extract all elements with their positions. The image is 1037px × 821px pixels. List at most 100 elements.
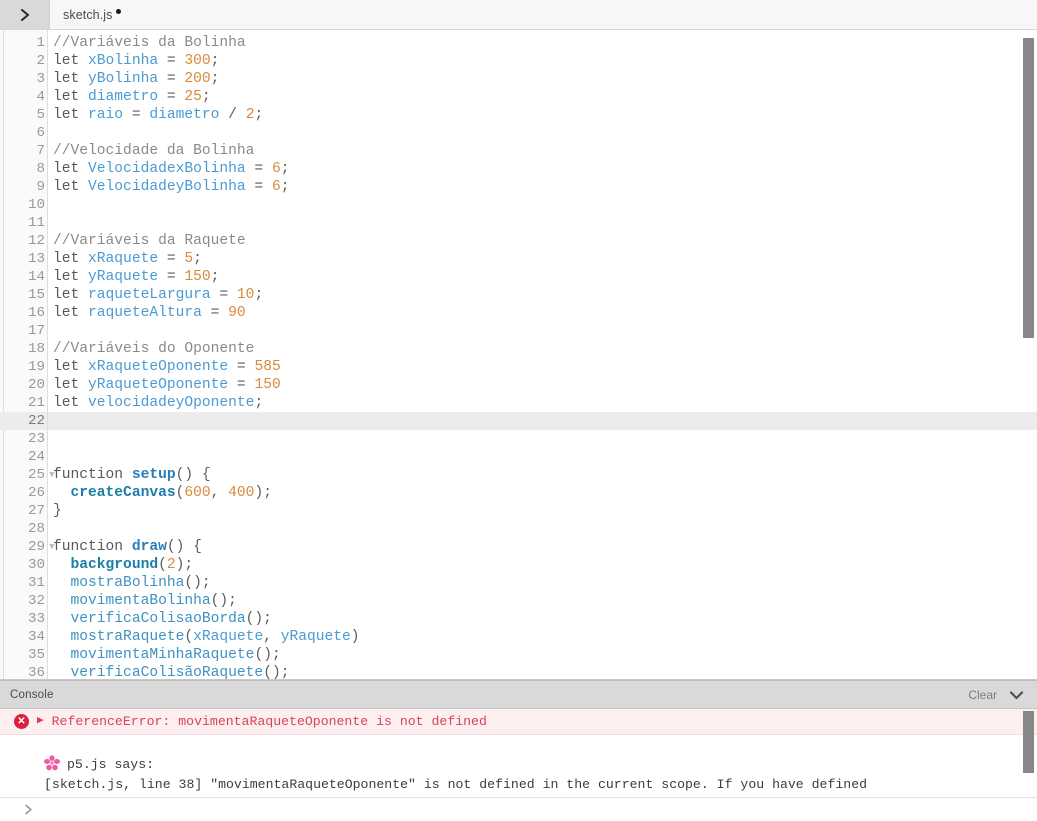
code-token: yRaquete xyxy=(88,269,159,285)
code-token: 2 xyxy=(166,557,176,573)
code-token: = xyxy=(201,305,229,321)
code-line: let yRaquete = 150; xyxy=(53,268,1037,286)
code-token: 400 xyxy=(228,485,255,501)
code-token: verificaColisaoBorda xyxy=(70,611,246,627)
code-token: mostraBolinha xyxy=(70,575,185,591)
code-token: 10 xyxy=(236,287,255,303)
editor-scrollbar-thumb[interactable] xyxy=(1023,38,1034,338)
code-line: let yBolinha = 200; xyxy=(53,70,1037,88)
error-circle-icon: ✕ xyxy=(14,714,29,729)
code-token: = xyxy=(245,161,272,177)
code-line: //Velocidade da Bolinha xyxy=(53,142,1037,160)
code-token: raio xyxy=(88,107,124,123)
line-number: 29 ▼ xyxy=(0,538,55,556)
code-area[interactable]: //Variáveis da Bolinha let xBolinha = 300… xyxy=(48,30,1037,679)
code-token: //Variáveis da Raquete xyxy=(53,233,246,249)
code-token: let xyxy=(53,53,89,69)
code-token: diametro xyxy=(149,107,220,123)
line-number: 31 xyxy=(27,575,45,591)
line-number: 3 xyxy=(36,71,45,87)
code-line: movimentaMinhaRaquete(); xyxy=(53,646,1037,664)
code-token: let xyxy=(53,287,89,303)
line-number: 13 xyxy=(27,251,45,267)
code-token: //Velocidade da Bolinha xyxy=(53,143,255,159)
code-token: = xyxy=(158,71,185,87)
code-token: = xyxy=(158,269,185,285)
code-line: let xBolinha = 300; xyxy=(53,52,1037,70)
code-token: = xyxy=(228,377,255,393)
line-number: 16 xyxy=(27,305,45,321)
editor-tabbar: sketch.js xyxy=(0,0,1037,30)
code-token: function xyxy=(53,467,132,483)
chevron-down-icon[interactable] xyxy=(1008,689,1025,701)
line-number: 27 xyxy=(27,503,45,519)
code-token: 300 xyxy=(184,53,211,69)
code-line: let VelocidadexBolinha = 6; xyxy=(53,160,1037,178)
code-token: let xyxy=(53,107,89,123)
code-token: movimentaBolinha xyxy=(70,593,211,609)
code-line: mostraRaquete(xRaquete, yRaquete) xyxy=(53,628,1037,646)
error-detail-body: [sketch.js, line 38] "movimentaRaqueteOp… xyxy=(44,777,868,792)
console-actions: Clear xyxy=(968,688,1025,702)
code-token: function xyxy=(53,539,132,555)
code-token: 6 xyxy=(271,161,281,177)
line-number: 30 xyxy=(27,557,45,573)
code-token: xRaqueteOponente xyxy=(88,359,229,375)
code-token: yBolinha xyxy=(88,71,159,87)
clear-console-button[interactable]: Clear xyxy=(968,688,997,702)
code-token: VelocidadeyBolinha xyxy=(88,179,246,195)
code-token: raqueteAltura xyxy=(88,305,202,321)
line-number: 12 xyxy=(27,233,45,249)
line-number: 20 xyxy=(27,377,45,393)
code-token: let xyxy=(53,179,89,195)
code-line: } xyxy=(53,502,1037,520)
console-header[interactable]: Console Clear xyxy=(0,681,1037,709)
caret-right-icon[interactable]: ▶ xyxy=(37,716,44,727)
code-token: xRaquete xyxy=(88,251,159,267)
code-token: let xyxy=(53,71,89,87)
code-token: yRaquete xyxy=(280,629,351,645)
editor-scrollbar-track[interactable] xyxy=(1020,30,1037,679)
code-editor[interactable]: 1 2 3 4 5 6 7 8 9 10 11 12 13 14 15 16 17 18 19 20 21 22 23 24 2… xyxy=(0,30,1037,680)
code-token: () { xyxy=(175,467,211,483)
code-token: ; xyxy=(254,107,264,123)
code-token: ; xyxy=(210,269,220,285)
line-number: 34 xyxy=(27,629,45,645)
line-number: 21 xyxy=(27,395,45,411)
code-token: let xyxy=(53,377,89,393)
sidebar-toggle-button[interactable] xyxy=(0,0,50,29)
code-token: let xyxy=(53,395,89,411)
code-token: ; xyxy=(201,89,211,105)
line-number: 23 xyxy=(27,431,45,447)
code-token: () { xyxy=(166,539,202,555)
unsaved-dot-icon xyxy=(115,8,121,14)
console-input-row[interactable] xyxy=(0,797,1037,821)
code-token: let xyxy=(53,251,89,267)
code-token: let xyxy=(53,359,89,375)
code-token: xRaquete xyxy=(193,629,264,645)
code-token: ) xyxy=(350,629,360,645)
code-token: 6 xyxy=(271,179,281,195)
console-output[interactable]: ✕ ▶ ReferenceError: movimentaRaqueteOpon… xyxy=(0,709,1037,797)
console-error-row[interactable]: ✕ ▶ ReferenceError: movimentaRaqueteOpon… xyxy=(0,709,1037,735)
code-token: , xyxy=(263,629,281,645)
file-tab-sketch-js[interactable]: sketch.js xyxy=(50,0,135,29)
code-token: createCanvas xyxy=(70,485,176,501)
code-token: xBolinha xyxy=(88,53,159,69)
p5-flower-icon xyxy=(44,755,60,771)
code-token: setup xyxy=(131,467,176,483)
code-line: let xRaquete = 5; xyxy=(53,250,1037,268)
code-token: 90 xyxy=(228,305,246,321)
code-token: ; xyxy=(280,161,290,177)
code-token: = xyxy=(210,287,237,303)
line-number: 19 xyxy=(27,359,45,375)
code-line: let VelocidadeyBolinha = 6; xyxy=(53,178,1037,196)
console-scrollbar-thumb[interactable] xyxy=(1023,711,1034,773)
code-token: ; xyxy=(210,71,220,87)
line-number: 28 xyxy=(27,521,45,537)
